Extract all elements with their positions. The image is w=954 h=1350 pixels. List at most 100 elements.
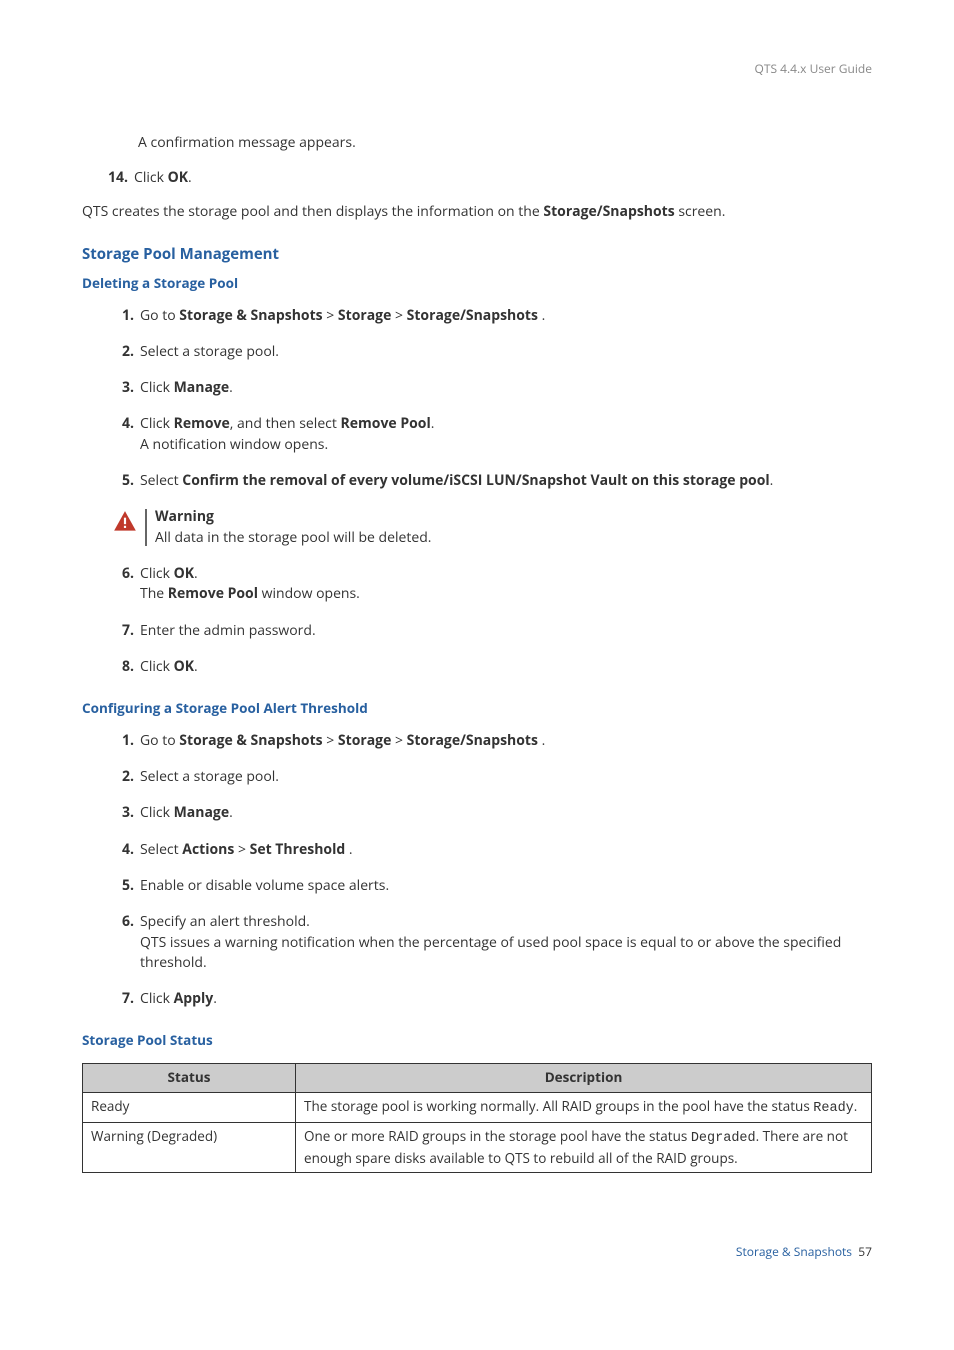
b: Remove Pool xyxy=(341,414,431,433)
t: > xyxy=(323,731,338,750)
step-body: Specify an alert threshold. QTS issues a… xyxy=(140,912,872,973)
t: Select xyxy=(140,471,182,490)
step-number: 2. xyxy=(112,767,134,787)
step-number: 6. xyxy=(112,564,134,605)
b: OK xyxy=(174,564,194,583)
t: Click xyxy=(140,803,174,822)
t: Click xyxy=(140,657,174,676)
step-body: Enter the admin password. xyxy=(140,621,872,641)
page-header: QTS 4.4.x User Guide xyxy=(82,60,872,77)
table-row: Ready The storage pool is working normal… xyxy=(83,1092,872,1123)
t: The storage pool is working normally. Al… xyxy=(304,1097,813,1115)
heading-configuring-alert-threshold: Configuring a Storage Pool Alert Thresho… xyxy=(82,699,872,719)
t: Click xyxy=(140,378,174,397)
t: . xyxy=(854,1097,858,1115)
step-text: Click xyxy=(134,168,168,187)
heading-storage-pool-status: Storage Pool Status xyxy=(82,1031,872,1051)
warning-title: Warning xyxy=(155,507,872,527)
list-item: 7. Click Apply. xyxy=(112,989,872,1009)
t: . xyxy=(538,306,545,325)
b: Confirm the removal of every volume/iSCS… xyxy=(182,471,769,490)
heading-deleting-storage-pool: Deleting a Storage Pool xyxy=(82,274,872,294)
t: . xyxy=(431,414,435,433)
warning-callout: Warning All data in the storage pool wil… xyxy=(112,507,872,548)
step-number: 4. xyxy=(112,414,134,455)
b: Actions xyxy=(182,840,234,859)
step-body: Select Confirm the removal of every volu… xyxy=(140,471,872,491)
list-item: 8. Click OK. xyxy=(112,657,872,677)
callout-body: Warning All data in the storage pool wil… xyxy=(155,507,872,548)
ok-label: OK xyxy=(168,168,188,187)
t: One or more RAID groups in the storage p… xyxy=(304,1127,691,1145)
b: Manage xyxy=(174,803,230,822)
step-number: 8. xyxy=(112,657,134,677)
step-number: 14. xyxy=(102,168,128,188)
heading-storage-pool-management: Storage Pool Management xyxy=(82,244,872,266)
step-body: Click OK. xyxy=(134,168,872,188)
step-body: Enable or disable volume space alerts. xyxy=(140,876,872,896)
table-header-row: Status Description xyxy=(83,1063,872,1092)
callout-divider xyxy=(145,509,147,546)
list-item: 3. Click Manage. xyxy=(112,803,872,823)
t: . xyxy=(213,989,217,1008)
step-body: Select a storage pool. xyxy=(140,767,872,787)
step-number: 6. xyxy=(112,912,134,973)
t: window opens. xyxy=(258,584,360,603)
t: > xyxy=(391,306,406,325)
b: Storage/Snapshots xyxy=(407,306,538,325)
footer-page: 57 xyxy=(858,1243,872,1260)
t: Go to xyxy=(140,306,179,325)
creates-paragraph: QTS creates the storage pool and then di… xyxy=(82,202,872,222)
text: QTS creates the storage pool and then di… xyxy=(82,202,543,221)
t: Click xyxy=(140,564,174,583)
status-cell: Warning (Degraded) xyxy=(83,1123,296,1173)
step-number: 3. xyxy=(112,803,134,823)
t: . xyxy=(229,803,233,822)
deleting-steps-cont: 6. Click OK. The Remove Pool window open… xyxy=(112,564,872,677)
list-item: 4. Select Actions > Set Threshold . xyxy=(112,840,872,860)
b: Set Threshold xyxy=(250,840,346,859)
list-item: 7.Enter the admin password. xyxy=(112,621,872,641)
step-end: . xyxy=(188,168,192,187)
list-item: 6. Specify an alert threshold. QTS issue… xyxy=(112,912,872,973)
step-number: 4. xyxy=(112,840,134,860)
step-number: 5. xyxy=(112,471,134,491)
list-item: 2. Select a storage pool. xyxy=(112,767,872,787)
table-row: Warning (Degraded) One or more RAID grou… xyxy=(83,1123,872,1173)
t: The xyxy=(140,584,168,603)
t: , and then select xyxy=(230,414,341,433)
list-item: 3. Click Manage. xyxy=(112,378,872,398)
step-body: Go to Storage & Snapshots > Storage > St… xyxy=(140,306,872,326)
t: QTS issues a warning notification when t… xyxy=(140,933,841,972)
t: . xyxy=(229,378,233,397)
b: Storage xyxy=(338,731,391,750)
t: A notification window opens. xyxy=(140,435,328,454)
list-item: 4. Click Remove, and then select Remove … xyxy=(112,414,872,455)
step-number: 1. xyxy=(112,731,134,751)
confirmation-text: A confirmation message appears. xyxy=(138,133,872,153)
step-number: 3. xyxy=(112,378,134,398)
t: > xyxy=(234,840,249,859)
step-body: Click Remove, and then select Remove Poo… xyxy=(140,414,872,455)
step-body: Select a storage pool. xyxy=(140,342,872,362)
description-cell: The storage pool is working normally. Al… xyxy=(296,1092,872,1123)
list-item: 5. Select Confirm the removal of every v… xyxy=(112,471,872,491)
t: Click xyxy=(140,989,174,1008)
step-body: Click Manage. xyxy=(140,803,872,823)
warning-icon xyxy=(112,509,138,535)
step-body: Go to Storage & Snapshots > Storage > St… xyxy=(140,731,872,751)
t: > xyxy=(323,306,338,325)
t: Click xyxy=(140,414,174,433)
t: . xyxy=(345,840,352,859)
t: . xyxy=(538,731,545,750)
b: Manage xyxy=(174,378,230,397)
list-item: 1. Go to Storage & Snapshots > Storage >… xyxy=(112,306,872,326)
list-item: 6. Click OK. The Remove Pool window open… xyxy=(112,564,872,605)
t: > xyxy=(391,731,406,750)
code: Degraded xyxy=(691,1131,756,1146)
b: Remove xyxy=(174,414,230,433)
footer-section: Storage & Snapshots xyxy=(736,1243,852,1260)
status-table: Status Description Ready The storage poo… xyxy=(82,1063,872,1173)
t: . xyxy=(194,657,198,676)
t: . xyxy=(194,564,198,583)
